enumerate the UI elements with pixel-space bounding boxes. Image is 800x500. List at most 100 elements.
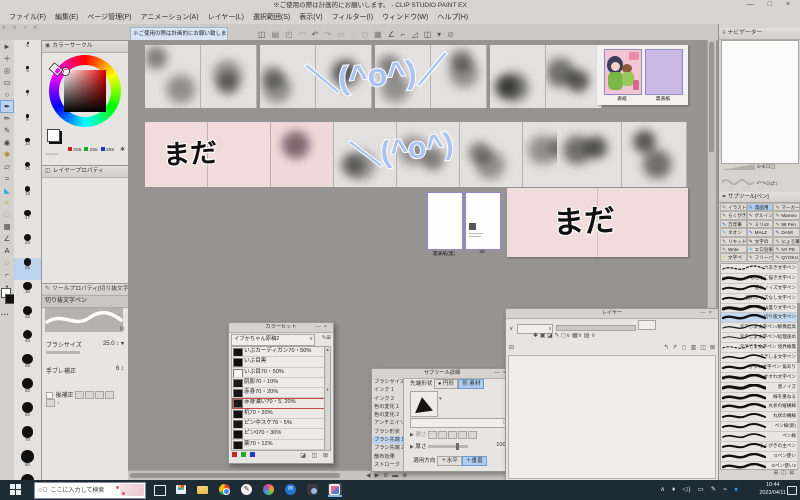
material-dropdown-icon[interactable]: ▾: [439, 396, 442, 402]
brush-揺れノイズなし文字ペン[interactable]: 揺れノイズなし文字ペン: [721, 294, 797, 304]
mail-taskbar-icon[interactable]: ✉: [284, 483, 298, 497]
pen-icon[interactable]: ✎: [711, 486, 717, 493]
tip-circle-option[interactable]: ● 円形: [433, 379, 459, 389]
brush-size-70[interactable]: 70: [14, 426, 41, 448]
frame-tool[interactable]: ▦: [1, 221, 13, 232]
sv-marker[interactable]: [62, 68, 69, 75]
brush-size-30[interactable]: 30: [14, 282, 41, 304]
brush-線を重ねる[interactable]: 線を重ねる: [721, 393, 797, 403]
menu-item-2[interactable]: ページ管理(P): [87, 11, 131, 24]
menu-item-5[interactable]: 選択範囲(S): [253, 11, 290, 24]
camera-taskbar-icon[interactable]: [306, 483, 320, 497]
direction-horizontal-option[interactable]: ＋水平: [437, 456, 462, 466]
page-thumb-r2-2[interactable]: [271, 122, 334, 187]
page-thumb-r2-1[interactable]: [208, 122, 271, 187]
saturation-value-square[interactable]: [64, 70, 106, 112]
pencil-tool[interactable]: ✏: [1, 113, 13, 124]
pen-preset-フリーハ[interactable]: ✎ フリーハ: [746, 253, 774, 262]
detail-nav-アンチエイリアス[interactable]: アンチエイリアス: [372, 419, 403, 427]
pen-preset-MALZ[interactable]: ✎ MALZ: [746, 228, 774, 237]
brush-size-6[interactable]: 6: [14, 66, 41, 88]
detail-nav-ブラシ先端 1[interactable]: ブラシ先端 1: [372, 436, 403, 445]
lock-icon[interactable]: ⊡: [120, 326, 124, 332]
opacity-slider[interactable]: [556, 325, 637, 332]
brush-Gペン使い2[interactable]: Gペン使い2: [721, 462, 797, 469]
color-set-item-8[interactable]: ピン070・30%: [232, 429, 327, 440]
page-thumb-r2-5[interactable]: [460, 122, 523, 187]
brush-size-50[interactable]: 50: [14, 378, 41, 400]
menu-item-4[interactable]: レイヤー(L): [208, 11, 244, 24]
taskbar-search-input[interactable]: ○⃫ ここに入力して検索: [34, 482, 146, 499]
stabilize-value[interactable]: 6: [116, 366, 119, 372]
layer-effect-icons[interactable]: ✱ ▣ ◪ ✎ ◻∨ ▦∨ ▤ ∨: [533, 333, 596, 339]
page-thumb-r2b-0[interactable]: [557, 122, 622, 187]
color-set-item-4[interactable]: 赤身70・20%: [232, 388, 327, 399]
brush-size-10[interactable]: 10: [14, 138, 41, 160]
system-tray[interactable]: ∧ ♦ ◁) ▭ ✎ ⌁ ●: [657, 480, 742, 500]
color-set-item-6[interactable]: 机70・20%: [232, 409, 327, 420]
page-thumb-r1-6[interactable]: [490, 45, 546, 108]
page-manager-zoom-controls[interactable]: ◀▶⊖▬⊕: [366, 472, 411, 479]
task-view-taskbar-icon[interactable]: [152, 483, 166, 497]
brush-size-7[interactable]: 7: [14, 90, 41, 112]
transfer-icon[interactable]: ↱: [673, 344, 678, 351]
pen-preset-イラスト[interactable]: ✎ イラスト: [720, 203, 747, 212]
page-thumb-r1-7[interactable]: [546, 45, 602, 108]
color-set-item-10[interactable]: ピン光70・白: [232, 450, 327, 451]
balloon-tool[interactable]: ◌: [1, 257, 13, 268]
detail-nav-インク 1[interactable]: インク 1: [372, 386, 403, 394]
document-tab[interactable]: ※ご使用の際は計画的にお願い致します。×: [130, 27, 228, 41]
brush-list-footer-icons[interactable]: ⊞◫⊠: [774, 470, 797, 476]
material-name-field[interactable]: ◫: [410, 418, 510, 428]
brush-size-40[interactable]: 40: [14, 330, 41, 352]
detail-nav-インク 2[interactable]: インク 2: [372, 395, 403, 403]
layer-list-empty[interactable]: [508, 355, 716, 479]
pen-tool[interactable]: ✒: [0, 100, 14, 113]
pen-preset-QYOKU[interactable]: ✎ QYOKU: [773, 253, 800, 262]
menu-item-7[interactable]: フィルター(I): [332, 11, 373, 24]
pen-preset-にょろ筆[interactable]: ✎ にょろ筆: [773, 236, 800, 245]
color-set-item-3[interactable]: 肌影70・10%: [232, 378, 327, 389]
brush-size-row[interactable]: ブラシサイズ 25.0 ↕ ▾: [46, 340, 124, 355]
palette-close-icon[interactable]: ×: [324, 324, 330, 330]
lasso-tool[interactable]: ○: [1, 89, 13, 100]
brush-らくがきの主ペン[interactable]: らくがきの主ペン: [721, 442, 797, 452]
brush-size-15[interactable]: 15: [14, 186, 41, 208]
detail-nav-ブラシ先端 2[interactable]: ブラシ先端 2: [372, 444, 403, 452]
color-set-item-7[interactable]: ピン中スケ70・5%: [232, 419, 327, 430]
thickness-row[interactable]: ▶ 厚さ 100 ↕: [410, 442, 510, 451]
color-set-item-5[interactable]: 赤身濃い70・5, 20%: [232, 398, 327, 409]
move-tool[interactable]: ＋: [1, 53, 13, 64]
page-row-2b[interactable]: [557, 122, 687, 187]
brush-ペン線(新)[interactable]: ペン線(新): [721, 422, 797, 433]
pen-preset-NY PE[interactable]: ✎ NY PE: [773, 244, 800, 254]
brush-ペン線[interactable]: ペン線: [721, 432, 797, 443]
tip-material-option[interactable]: ▦ 素材: [458, 379, 485, 389]
gradient-tool[interactable]: ≡: [1, 197, 13, 208]
display-icon[interactable]: ▭: [698, 486, 705, 493]
search-highlight-decoration[interactable]: [116, 484, 144, 496]
merge-layer-icon[interactable]: ◫: [700, 344, 706, 351]
brush-タテしま文字ペン 境界線無[interactable]: タテしま文字ペン 境界線無: [721, 343, 797, 354]
chevron-up-icon[interactable]: ∧: [660, 486, 666, 493]
explorer-taskbar-icon[interactable]: [196, 483, 210, 497]
shape-tool[interactable]: □: [1, 209, 13, 220]
brush-tool[interactable]: ✎: [1, 125, 13, 136]
brush-丸状の横線[interactable]: 丸状の横線: [721, 412, 797, 423]
pen-preset-ネオン[interactable]: ✎ ネオン: [720, 228, 747, 237]
line-fix-tool[interactable]: ⌐: [1, 269, 13, 280]
cover-spread-thumbnail[interactable]: 表紙 裏表紙: [597, 45, 688, 105]
detail-nav-色の変化 2[interactable]: 色の変化 2: [372, 411, 403, 419]
page-thumb-backcover-inner[interactable]: [427, 192, 463, 250]
brush-size-35[interactable]: 35: [14, 306, 41, 328]
brush-穴あき文字ペン[interactable]: 穴あき文字ペン: [721, 264, 797, 274]
footer-chip-2[interactable]: [250, 452, 255, 457]
brush-切り抜文字ペン[interactable]: 切り抜文字ペン: [721, 313, 797, 324]
brush-size-5[interactable]: 5: [14, 42, 41, 64]
page-thumb-r2b-1[interactable]: [622, 122, 687, 187]
start-button[interactable]: [10, 484, 21, 495]
horizontal-scroll-thumb[interactable]: [130, 473, 340, 478]
pen-preset-Mameo[interactable]: ✎ Mameo: [773, 211, 800, 220]
color-set-item-9[interactable]: 薬70・12%: [232, 440, 327, 450]
pen-preset-Write[interactable]: ✎ Write: [720, 244, 747, 254]
